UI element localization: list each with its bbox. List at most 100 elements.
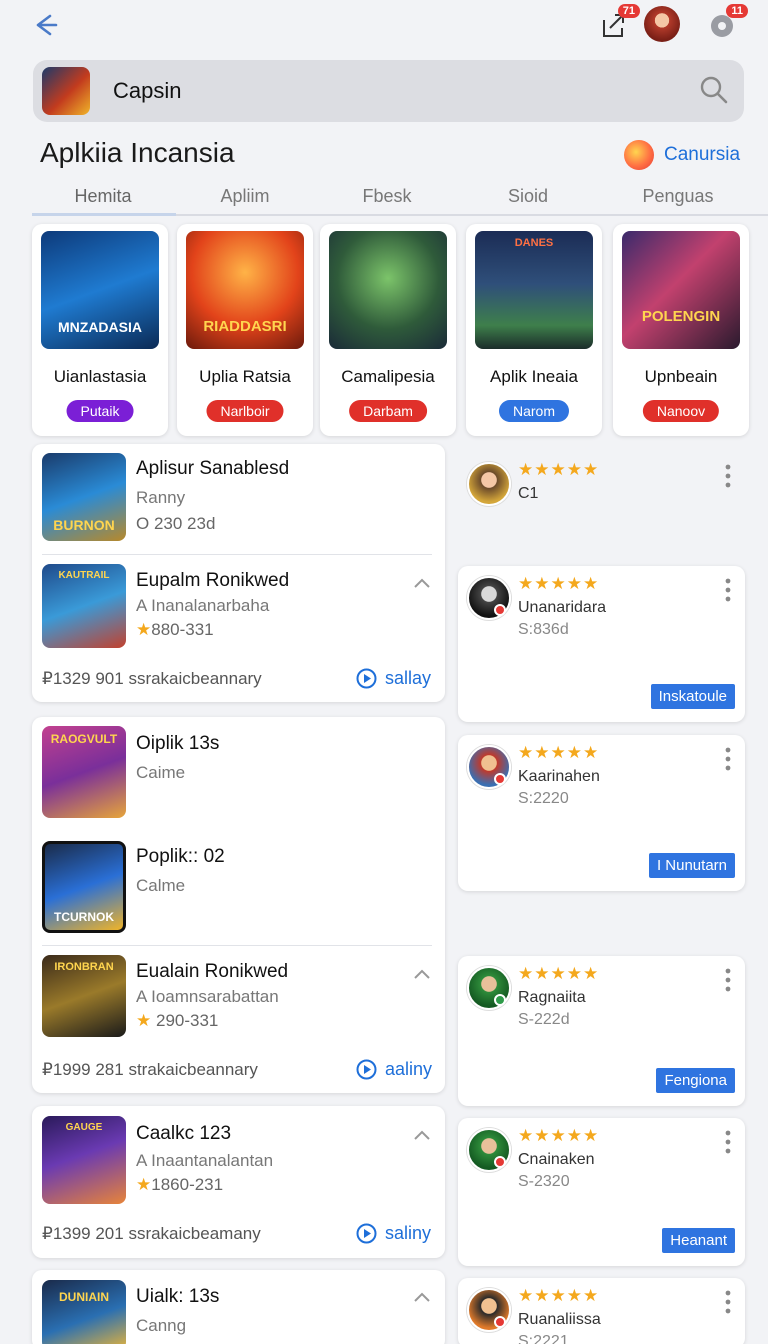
app-thumbnail[interactable]: KAUTRAIL [42,564,126,648]
review-card[interactable]: ★★★★★ C1 [458,452,745,548]
app-subtitle: Caime [136,763,186,782]
app-title[interactable]: Poplik:: 02 [136,846,225,868]
review-card[interactable]: ★★★★★ Kaarinahen S:2220 I Nunutarn [458,735,745,891]
share-icon[interactable]: 71 [596,4,640,42]
tab-5[interactable]: Penguas [607,186,749,207]
review-code: S:2220 [518,790,569,807]
search-input[interactable]: Capsin [113,78,181,104]
tab-3[interactable]: Fbesk [316,186,458,207]
featured-app-tag[interactable]: Nanoov [642,400,720,422]
app-title[interactable]: Eupalm Ronikwed [136,570,289,592]
featured-app-art: RIADDASRI [186,231,304,349]
app-list-card: DUNIAIN Uialk: 13s Canng [32,1270,445,1344]
rating-stars: ★★★★★ [518,1126,600,1145]
more-vert-icon[interactable] [725,747,731,771]
tab-4[interactable]: Sioid [457,186,599,207]
reviewer-name: Cnainaken [518,1151,595,1168]
app-thumbnail[interactable]: RAOGVULT [42,726,126,818]
divider [42,554,432,555]
app-thumbnail[interactable]: DUNIAIN [42,1280,126,1344]
tab-bar: Hemita Apliim Fbesk Sioid Penguas [32,178,768,216]
section-title: Aplkiia Incansia [40,137,235,168]
app-list-card: BURNON Aplisur Sanablesd Ranny O 230 23d… [32,444,445,702]
more-vert-icon[interactable] [725,1290,731,1314]
app-thumbnail[interactable]: BURNON [42,453,126,541]
review-code: S-222d [518,1011,570,1028]
featured-app-tag[interactable]: Darbam [349,400,427,422]
reviewer-name: Ragnaiita [518,989,586,1006]
more-vert-icon[interactable] [725,464,731,488]
status-dot [494,994,506,1006]
featured-app-name: Uianlastasia [53,367,147,386]
app-thumbnail[interactable]: GAUGE [42,1116,126,1204]
section-link-label: Canursia [664,144,741,165]
app-title[interactable]: Aplisur Sanablesd [136,458,289,480]
more-vert-icon[interactable] [725,578,731,602]
app-list-card: RAOGVULT Oiplik 13s Caime TCURNOK Poplik… [32,717,445,1093]
review-action-button[interactable]: I Nunutarn [648,853,735,878]
featured-app-card[interactable]: POLENGIN Upnbeain Nanoov [613,224,749,436]
search-icon[interactable] [698,74,730,106]
app-subtitle: Calme [136,876,186,895]
review-card[interactable]: ★★★★★ Ragnaiita S-222d Fengiona [458,956,745,1106]
app-title[interactable]: Oiplik 13s [136,733,219,755]
avatar[interactable] [644,6,680,42]
featured-app-name: Upnbeain [644,367,718,386]
rating-stars: ★★★★★ [518,1286,600,1305]
reviewer-avatar [467,462,511,506]
divider [42,945,432,946]
play-icon [356,1059,377,1080]
play-button[interactable]: sallay [356,668,431,689]
app-meta: O 230 23d [136,514,216,533]
tab-2[interactable]: Apliim [174,186,316,207]
top-bar: 71 11 [0,0,768,56]
app-thumbnail[interactable]: IRONBRAN [42,955,126,1037]
chevron-up-icon[interactable] [412,1128,432,1142]
link-logo-icon [624,140,654,170]
featured-app-card[interactable]: Camalipesia Darbam [320,224,456,436]
status-dot [494,604,506,616]
chevron-up-icon[interactable] [412,1290,432,1304]
status-dot [494,773,506,785]
more-vert-icon[interactable] [725,968,731,992]
play-button-label: saliny [385,1223,432,1243]
review-action-button[interactable]: Inskatoule [650,684,735,709]
reviewer-name: Ruanaliissa [518,1311,601,1328]
back-arrow-icon[interactable] [28,8,62,42]
review-card[interactable]: ★★★★★ Ruanaliissa S:2221 [458,1278,745,1344]
app-title[interactable]: Caalkc 123 [136,1123,231,1145]
review-card[interactable]: ★★★★★ Cnainaken S-2320 Heanant [458,1118,745,1266]
app-title[interactable]: Uialk: 13s [136,1286,219,1308]
app-title[interactable]: Eualain Ronikwed [136,961,288,983]
settings-icon[interactable]: 11 [704,4,748,42]
app-subtitle: A Ioamnsarabattan [136,987,279,1006]
rating-stars: ★★★★★ [518,460,600,479]
app-subtitle: Ranny [136,488,186,507]
featured-app-card[interactable]: MNZADASIA Uianlastasia Putaik [32,224,168,436]
featured-app-tag[interactable]: Putaik [66,400,134,422]
more-vert-icon[interactable] [725,1130,731,1154]
featured-app-card[interactable]: RIADDASRI Uplia Ratsia Narlboir [177,224,313,436]
review-action-button[interactable]: Fengiona [656,1068,735,1093]
app-rating: ★880-331 [136,620,214,639]
chevron-up-icon[interactable] [412,576,432,590]
app-thumbnail[interactable]: TCURNOK [42,841,126,933]
app-rating: ★ 290-331 [136,1011,219,1030]
featured-app-tag[interactable]: Narlboir [206,400,284,422]
featured-app-art: DANES [475,231,593,349]
app-list-card: GAUGE Caalkc 123 A Inaantanalantan ★1860… [32,1106,445,1258]
review-card[interactable]: ★★★★★ Unanaridara S:836d Inskatoule [458,566,745,722]
featured-app-tag[interactable]: Narom [498,400,570,422]
tab-1[interactable]: Hemita [32,186,174,207]
review-action-button[interactable]: Heanant [662,1228,735,1253]
reviewer-name: Kaarinahen [518,768,600,785]
featured-app-card[interactable]: DANES Aplik Ineaia Narom [466,224,602,436]
star-icon: ★ [136,1011,152,1030]
notification-badge: 71 [617,4,640,18]
chevron-up-icon[interactable] [412,967,432,981]
section-link[interactable]: Canursia [624,140,740,170]
search-app-icon [42,67,90,115]
play-button[interactable]: aaliny [356,1059,432,1080]
play-button[interactable]: saliny [356,1223,431,1244]
search-bar[interactable]: Capsin [33,60,744,122]
